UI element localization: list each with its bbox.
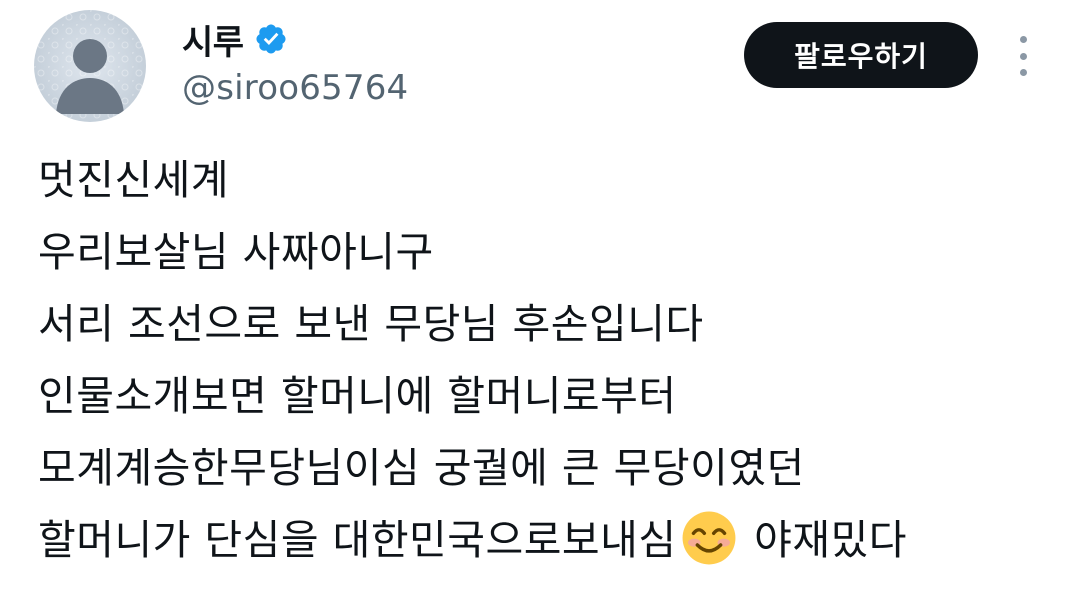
tweet-line: 인물소개보면 할머니에 할머니로부터 [38, 372, 677, 420]
name-row: 시루 [182, 15, 288, 64]
tweet-line: 모계계승한무당님이심 궁궐에 큰 무당이였던 [38, 444, 805, 492]
tweet-line-text: 할머니가 단심을 대한민국으로보내심 [38, 516, 677, 564]
tweet-text: 멋진신세계 우리보살님 사짜아니구 서리 조선으로 보낸 무당님 후손입니다 인… [38, 144, 1058, 576]
tweet-line-text: 야재밌다 [740, 516, 908, 564]
tweet-line: 서리 조선으로 보낸 무당님 후손입니다 [38, 300, 704, 348]
tweet-line-last: 할머니가 단심을 대한민국으로보내심 야재밌다 [38, 504, 1058, 576]
tweet-line: 우리보살님 사짜아니구 [38, 228, 434, 276]
avatar[interactable] [34, 10, 146, 122]
tweet-line: 멋진신세계 [38, 156, 230, 204]
user-handle[interactable]: @siroo65764 [182, 68, 408, 108]
more-vertical-icon[interactable] [1010, 36, 1036, 76]
verified-badge-icon [256, 24, 286, 54]
default-profile-icon [34, 10, 146, 122]
smiling-face-icon [682, 511, 736, 565]
display-name[interactable]: 시루 [182, 15, 244, 64]
tweet-card: 시루 @siroo65764 팔로우하기 멋진신세계 우리보살님 사짜아니구 서… [0, 0, 1080, 606]
follow-button[interactable]: 팔로우하기 [744, 22, 978, 88]
